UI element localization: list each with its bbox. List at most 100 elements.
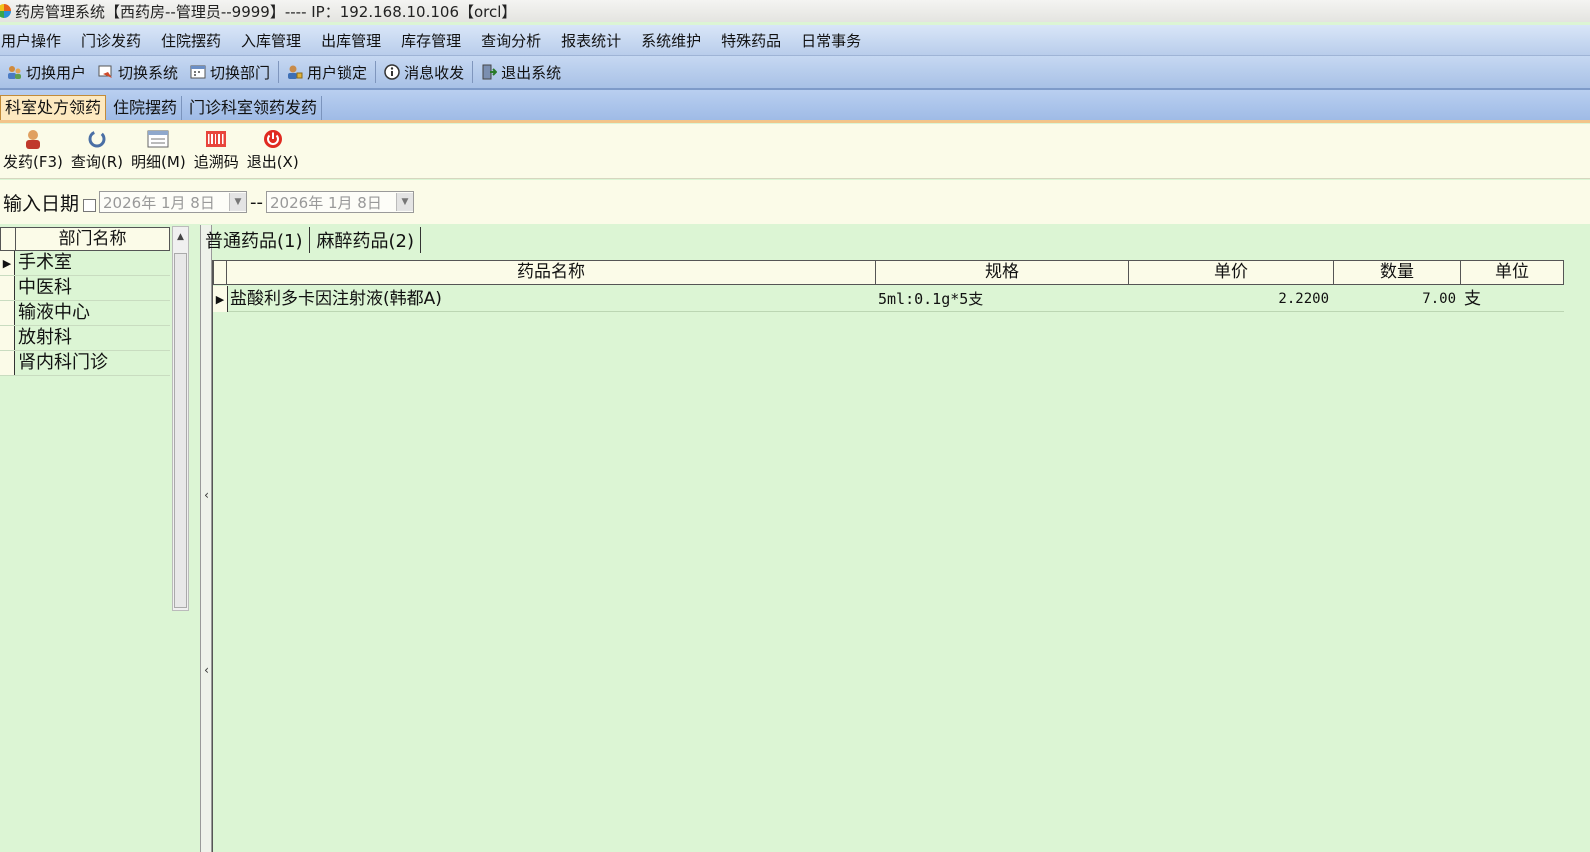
- cell-spec[interactable]: 5ml:0.1g*5支: [875, 286, 1128, 312]
- scroll-up-icon[interactable]: ▲: [173, 227, 188, 247]
- lock-user-button[interactable]: 用户锁定: [281, 62, 373, 83]
- users-icon: [6, 64, 22, 80]
- tab-regular-drugs[interactable]: 普通药品(1): [204, 227, 310, 253]
- cell-drug-name[interactable]: 盐酸利多卡因注射液(韩都A): [228, 286, 875, 312]
- exit-label: 退出(X): [246, 153, 299, 171]
- menu-bar: 用户操作 门诊发药 住院摆药 入库管理 出库管理 库存管理 查询分析 报表统计 …: [0, 25, 1590, 56]
- switch-system-button[interactable]: 切换系统: [92, 62, 184, 83]
- department-name: 手术室: [18, 252, 72, 273]
- menu-stock-in[interactable]: 入库管理: [240, 30, 311, 51]
- cell-unit[interactable]: 支: [1460, 286, 1564, 312]
- department-name: 肾内科门诊: [18, 352, 108, 373]
- pharmacist-icon: [22, 129, 44, 149]
- cell-price[interactable]: 2.2200: [1128, 286, 1334, 312]
- detail-button[interactable]: 明细(M): [131, 129, 186, 172]
- exit-system-button[interactable]: 退出系统: [475, 62, 567, 83]
- title-bar: 药房管理系统【西药房--管理员--9999】---- IP：192.168.10…: [0, 0, 1590, 22]
- collapse-left-icon[interactable]: ‹: [202, 483, 211, 507]
- row-indicator: [0, 351, 15, 375]
- tab-inpatient-dispense[interactable]: 住院摆药: [109, 96, 183, 120]
- date-filter-checkbox[interactable]: [83, 198, 97, 212]
- user-lock-icon: [287, 64, 303, 80]
- action-panel: 发药(F3) 查询(R) 明细(M) 追溯码 退出(X): [0, 124, 1590, 179]
- app-logo-icon: [0, 4, 11, 18]
- row-indicator: [0, 276, 15, 300]
- menu-daily-affairs[interactable]: 日常事务: [800, 30, 871, 51]
- drug-category-tabs: 普通药品(1) 麻醉药品(2): [204, 226, 427, 254]
- query-button[interactable]: 查询(R): [71, 129, 123, 172]
- row-indicator-header: [1, 228, 16, 250]
- switch-system-icon: [98, 64, 114, 80]
- toolbar-divider: [375, 61, 377, 83]
- switch-user-label: 切换用户: [26, 63, 87, 82]
- menu-inventory[interactable]: 库存管理: [400, 30, 471, 51]
- tab-narcotic-drugs[interactable]: 麻醉药品(2): [316, 227, 421, 253]
- info-icon: [384, 64, 400, 80]
- row-indicator: [0, 326, 15, 350]
- dispense-label: 发药(F3): [3, 153, 63, 171]
- column-header-drug-name[interactable]: 药品名称: [226, 260, 876, 285]
- exit-button[interactable]: 退出(X): [247, 129, 299, 172]
- department-row[interactable]: 输液中心: [0, 301, 170, 326]
- query-label: 查询(R): [70, 153, 124, 171]
- date-to-value: 2026年 1月 8日: [270, 193, 382, 212]
- trace-code-button[interactable]: 追溯码: [194, 129, 239, 172]
- department-row[interactable]: 中医科: [0, 276, 170, 301]
- module-tab-strip: 科室处方领药 住院摆药 门诊科室领药发药: [0, 90, 1590, 123]
- messages-label: 消息收发: [404, 63, 465, 82]
- toolbar: 切换用户 切换系统 切换部门 用户锁定 消息收发 退出系统: [0, 56, 1590, 90]
- chevron-down-icon[interactable]: ▼: [396, 193, 414, 211]
- department-name: 中医科: [18, 277, 72, 298]
- department-header-label: 部门名称: [58, 229, 127, 249]
- column-header-quantity[interactable]: 数量: [1333, 260, 1461, 285]
- exit-system-label: 退出系统: [501, 63, 562, 82]
- lock-user-label: 用户锁定: [307, 63, 368, 82]
- calendar-icon: [190, 64, 206, 80]
- dispense-button[interactable]: 发药(F3): [3, 129, 63, 172]
- messages-button[interactable]: 消息收发: [378, 62, 470, 83]
- column-header-unit[interactable]: 单位: [1460, 260, 1564, 285]
- column-header-spec[interactable]: 规格: [875, 260, 1129, 285]
- menu-inpatient-dispense[interactable]: 住院摆药: [160, 30, 231, 51]
- menu-user-ops[interactable]: 用户操作: [0, 30, 71, 51]
- department-list-panel: 部门名称 ▶ 手术室 中医科 输液中心 放射科 肾内科门诊: [0, 225, 190, 852]
- menu-stock-out[interactable]: 出库管理: [320, 30, 391, 51]
- department-column-header: 部门名称: [0, 227, 170, 251]
- chevron-down-icon[interactable]: ▼: [229, 193, 247, 211]
- list-detail-icon: [147, 129, 169, 149]
- menu-special-drugs[interactable]: 特殊药品: [720, 30, 791, 51]
- department-row[interactable]: 放射科: [0, 326, 170, 351]
- menu-outpatient-dispense[interactable]: 门诊发药: [80, 30, 151, 51]
- menu-query-analysis[interactable]: 查询分析: [480, 30, 551, 51]
- date-range-separator: --: [250, 191, 264, 213]
- collapse-left-icon[interactable]: ‹: [202, 658, 211, 682]
- switch-user-button[interactable]: 切换用户: [0, 62, 92, 83]
- date-filter-label: 输入日期: [3, 192, 80, 215]
- exit-door-icon: [481, 64, 498, 80]
- tab-outpatient-dept-dispense[interactable]: 门诊科室领药发药: [185, 96, 323, 120]
- current-row-icon: ▶: [213, 286, 228, 312]
- toolbar-divider: [472, 61, 474, 83]
- power-icon: [262, 129, 284, 149]
- date-from-picker[interactable]: 2026年 1月 8日 ▼: [99, 191, 248, 213]
- department-name: 放射科: [18, 327, 72, 348]
- department-row[interactable]: ▶ 手术室: [0, 251, 170, 276]
- tab-dept-prescription[interactable]: 科室处方领药: [0, 95, 107, 120]
- switch-dept-label: 切换部门: [210, 63, 271, 82]
- department-row[interactable]: 肾内科门诊: [0, 351, 170, 376]
- barcode-icon: [205, 129, 227, 149]
- window-title: 药房管理系统【西药房--管理员--9999】---- IP：192.168.10…: [15, 2, 517, 21]
- department-scrollbar[interactable]: ▲: [172, 226, 189, 611]
- menu-reports[interactable]: 报表统计: [560, 30, 631, 51]
- panel-splitter[interactable]: ‹ ‹: [200, 225, 212, 852]
- column-header-price[interactable]: 单价: [1128, 260, 1334, 285]
- detail-label: 明细(M): [131, 153, 186, 171]
- scrollbar-thumb[interactable]: [174, 253, 187, 608]
- menu-system-maintenance[interactable]: 系统维护: [640, 30, 711, 51]
- date-to-picker[interactable]: 2026年 1月 8日 ▼: [266, 191, 415, 213]
- cell-quantity[interactable]: 7.00: [1333, 286, 1461, 312]
- department-name: 输液中心: [18, 302, 90, 323]
- current-row-icon: ▶: [0, 251, 15, 275]
- refresh-icon: [86, 129, 108, 149]
- switch-dept-button[interactable]: 切换部门: [184, 62, 276, 83]
